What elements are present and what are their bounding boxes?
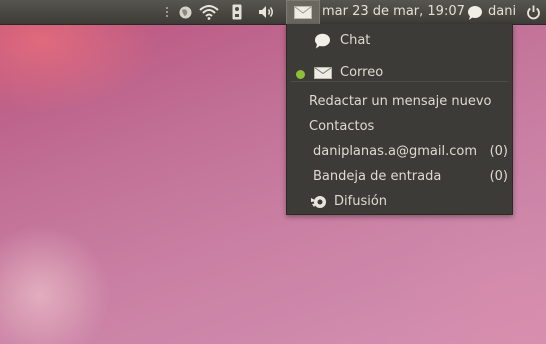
- unread-count: (0): [489, 169, 508, 184]
- top-panel: mar 23 de mar, 19:07 dani: [0, 0, 546, 25]
- power-icon[interactable]: [524, 0, 542, 24]
- mail-envelope-icon[interactable]: [286, 0, 320, 24]
- active-status-dot: [296, 70, 305, 79]
- menu-item-label: Correo: [340, 65, 384, 80]
- messaging-menu: Chat Correo Redactar un mensaje nuevo Co…: [286, 24, 513, 215]
- chat-icon: [314, 33, 331, 53]
- menu-item-label: Redactar un mensaje nuevo: [309, 94, 492, 109]
- broadcast-icon: [311, 195, 327, 213]
- menu-item-label: Chat: [340, 33, 371, 48]
- user-name[interactable]: dani: [488, 4, 516, 19]
- account-label: daniplanas.a@gmail.com: [313, 144, 477, 159]
- volume-icon[interactable]: [257, 0, 277, 24]
- menu-item-broadcast[interactable]: Difusión: [287, 190, 512, 214]
- inbox-label: Bandeja de entrada: [313, 169, 442, 184]
- clock[interactable]: mar 23 de mar, 19:07: [322, 4, 465, 19]
- applet-grip-icon[interactable]: [163, 0, 171, 24]
- menu-item-compose[interactable]: Redactar un mensaje nuevo: [287, 90, 512, 114]
- network-globe-icon[interactable]: [177, 0, 193, 24]
- menu-item-account[interactable]: daniplanas.a@gmail.com (0): [287, 140, 512, 164]
- menu-item-label: Contactos: [309, 119, 375, 134]
- menu-item-chat[interactable]: Chat: [287, 29, 512, 53]
- power-device-icon[interactable]: [230, 0, 244, 24]
- unread-count: (0): [489, 144, 508, 159]
- menu-item-inbox[interactable]: Bandeja de entrada (0): [287, 165, 512, 189]
- menu-item-contacts[interactable]: Contactos: [287, 115, 512, 139]
- menu-item-label: Difusión: [334, 194, 388, 209]
- wifi-icon[interactable]: [198, 0, 220, 24]
- chat-status-icon[interactable]: [466, 0, 484, 24]
- envelope-icon: [314, 67, 332, 83]
- menu-item-mail[interactable]: Correo: [287, 61, 512, 85]
